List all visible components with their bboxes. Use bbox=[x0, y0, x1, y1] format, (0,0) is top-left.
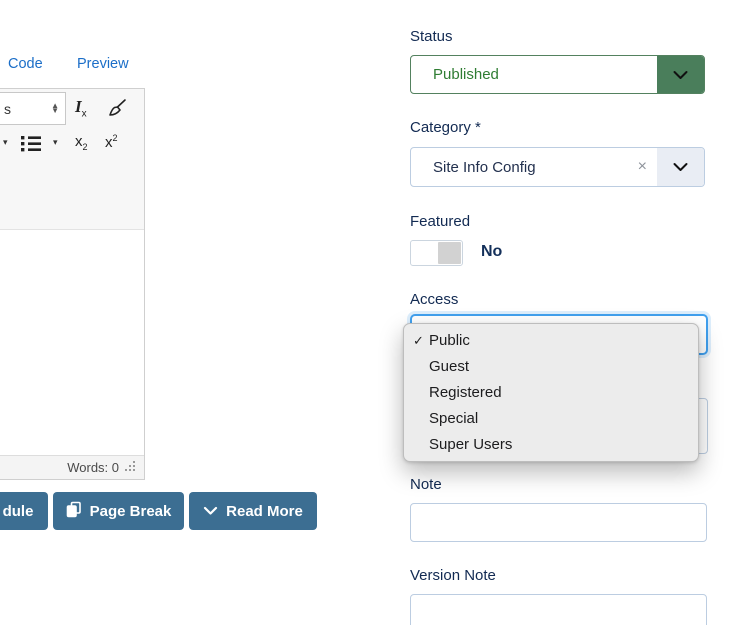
chevron-down-icon[interactable] bbox=[657, 56, 704, 93]
note-input[interactable] bbox=[410, 503, 707, 542]
module-button[interactable]: dule bbox=[0, 492, 48, 530]
chevron-down-icon[interactable] bbox=[657, 148, 704, 186]
checkmark-icon: ✓ bbox=[413, 328, 429, 354]
access-option-public[interactable]: ✓ Public bbox=[404, 328, 698, 354]
editor-frame: s ▲▼ Ix ▾ ▾ x2 x2 bbox=[0, 88, 145, 480]
option-label: Super Users bbox=[429, 432, 512, 458]
access-option-guest[interactable]: Guest bbox=[404, 354, 698, 380]
clear-formatting-button[interactable]: Ix bbox=[75, 97, 87, 119]
resize-grip-icon[interactable] bbox=[125, 459, 136, 477]
toggle-on-half bbox=[412, 242, 438, 264]
editor-content-area[interactable] bbox=[0, 230, 144, 455]
access-option-super-users[interactable]: Super Users bbox=[404, 432, 698, 458]
editor-toolbar: s ▲▼ Ix ▾ ▾ x2 x2 bbox=[0, 89, 144, 230]
category-select-value: Site Info Config bbox=[411, 159, 638, 176]
editor-status-bar: Words: 0 bbox=[0, 455, 144, 479]
word-count: Words: 0 bbox=[67, 460, 119, 475]
module-button-label: dule bbox=[3, 503, 34, 520]
format-select-value: s bbox=[4, 101, 51, 117]
category-select[interactable]: Site Info Config × bbox=[410, 147, 705, 187]
page-break-button[interactable]: Page Break bbox=[53, 492, 184, 530]
option-label: Special bbox=[429, 406, 478, 432]
format-select[interactable]: s ▲▼ bbox=[0, 92, 66, 125]
access-label: Access bbox=[410, 291, 458, 308]
access-option-registered[interactable]: Registered bbox=[404, 380, 698, 406]
version-note-label: Version Note bbox=[410, 567, 496, 584]
read-more-button[interactable]: Read More bbox=[189, 492, 317, 530]
page-break-button-label: Page Break bbox=[90, 503, 172, 520]
featured-value: No bbox=[481, 243, 502, 261]
status-select-value: Published bbox=[411, 66, 657, 83]
option-label: Public bbox=[429, 328, 470, 354]
note-label: Note bbox=[410, 476, 442, 493]
toggle-off-half bbox=[438, 242, 461, 264]
pages-icon bbox=[66, 501, 82, 522]
chevron-down-icon bbox=[203, 503, 218, 520]
category-label: Category * bbox=[410, 119, 481, 136]
clear-selection-icon[interactable]: × bbox=[638, 158, 657, 176]
bullet-list-button[interactable] bbox=[21, 135, 41, 157]
status-label: Status bbox=[410, 28, 453, 45]
tab-preview[interactable]: Preview bbox=[77, 56, 129, 72]
option-label: Registered bbox=[429, 380, 502, 406]
option-label: Guest bbox=[429, 354, 469, 380]
dropdown-caret-icon[interactable]: ▾ bbox=[3, 137, 8, 148]
dropdown-caret-icon[interactable]: ▾ bbox=[53, 137, 58, 148]
access-option-special[interactable]: Special bbox=[404, 406, 698, 432]
version-note-input[interactable] bbox=[410, 594, 707, 625]
status-select[interactable]: Published bbox=[410, 55, 705, 94]
subscript-button[interactable]: x2 bbox=[75, 133, 88, 152]
broom-icon[interactable] bbox=[106, 97, 128, 124]
featured-toggle[interactable] bbox=[410, 240, 463, 266]
article-edit-screen: Code Preview s ▲▼ Ix ▾ bbox=[0, 0, 732, 625]
stepper-icon: ▲▼ bbox=[51, 104, 59, 113]
tab-code[interactable]: Code bbox=[8, 56, 43, 72]
access-dropdown-menu: ✓ Public Guest Registered Special Super … bbox=[403, 323, 699, 462]
featured-label: Featured bbox=[410, 213, 470, 230]
read-more-button-label: Read More bbox=[226, 503, 303, 520]
superscript-button[interactable]: x2 bbox=[105, 133, 118, 151]
